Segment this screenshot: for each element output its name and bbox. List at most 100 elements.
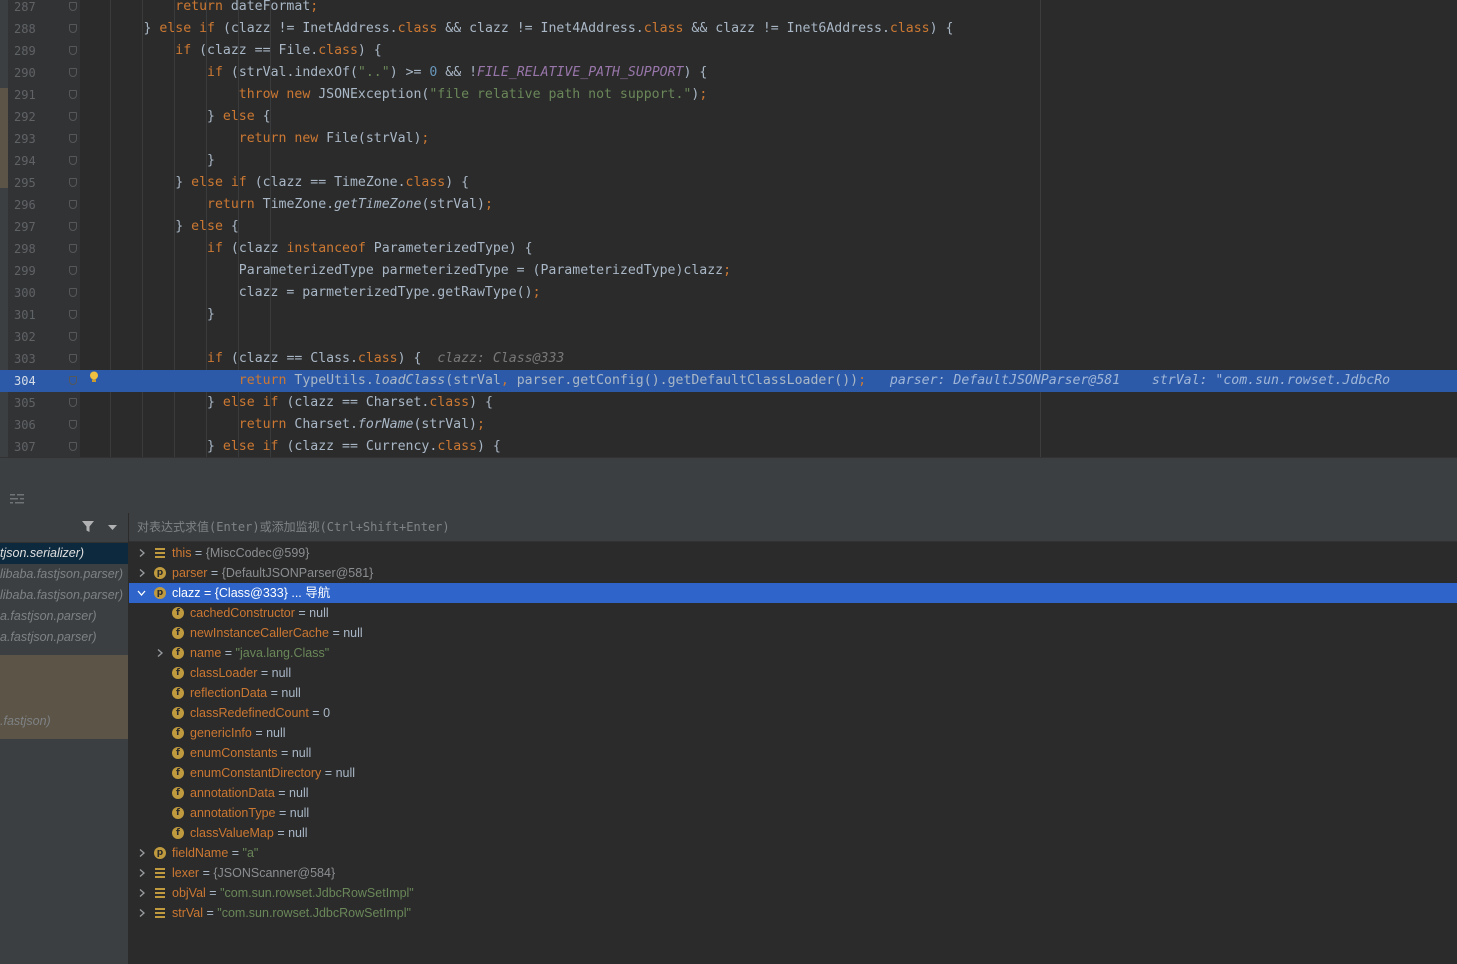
code-line[interactable]: 299 ParameterizedType parmeterizedType =… (0, 260, 1457, 282)
variable-row-classLoader[interactable]: f classLoader = null (129, 663, 1457, 683)
frame-item[interactable]: libaba.fastjson.parser) (0, 585, 128, 606)
fold-marker-icon[interactable] (69, 288, 77, 297)
line-number[interactable]: 295 (8, 172, 48, 194)
variable-row-fieldName[interactable]: p fieldName = "a" (129, 843, 1457, 863)
frame-item[interactable] (0, 690, 128, 711)
fold-marker-icon[interactable] (69, 332, 77, 341)
code-line[interactable]: 290 if (strVal.indexOf("..") >= 0 && !FI… (0, 62, 1457, 84)
variable-row-enumConstantDirectory[interactable]: f enumConstantDirectory = null (129, 763, 1457, 783)
line-number[interactable]: 302 (8, 326, 48, 348)
line-number[interactable]: 305 (8, 392, 48, 414)
line-number[interactable]: 306 (8, 414, 48, 436)
chevron-down-icon[interactable] (137, 583, 147, 603)
line-number[interactable]: 296 (8, 194, 48, 216)
evaluate-expression-input[interactable]: 对表达式求值(Enter)或添加监视(Ctrl+Shift+Enter) (129, 513, 1457, 542)
code-line[interactable]: 291 throw new JSONException("file relati… (0, 84, 1457, 106)
variable-row-name[interactable]: f name = "java.lang.Class" (129, 643, 1457, 663)
lightbulb-icon[interactable] (89, 371, 99, 383)
code-editor[interactable]: 287 return dateFormat; 288 } else if (cla… (0, 0, 1457, 457)
code-line[interactable]: 288 } else if (clazz != InetAddress.clas… (0, 18, 1457, 40)
code-line[interactable]: 306 return Charset.forName(strVal); (0, 414, 1457, 436)
variable-row-annotationType[interactable]: f annotationType = null (129, 803, 1457, 823)
chevron-down-icon[interactable] (108, 525, 117, 530)
fold-marker-icon[interactable] (69, 442, 77, 451)
code-line[interactable]: 292 } else { (0, 106, 1457, 128)
line-number[interactable]: 301 (8, 304, 48, 326)
code-line[interactable]: 300 clazz = parmeterizedType.getRawType(… (0, 282, 1457, 304)
code-line[interactable]: 294 } (0, 150, 1457, 172)
variable-row-reflectionData[interactable]: f reflectionData = null (129, 683, 1457, 703)
variable-row-classValueMap[interactable]: f classValueMap = null (129, 823, 1457, 843)
line-number[interactable]: 294 (8, 150, 48, 172)
chevron-right-icon[interactable] (155, 643, 165, 663)
code-line[interactable]: 289 if (clazz == File.class) { (0, 40, 1457, 62)
fold-marker-icon[interactable] (69, 376, 77, 385)
fold-marker-icon[interactable] (69, 68, 77, 77)
code-line[interactable]: 297 } else { (0, 216, 1457, 238)
variable-row-lexer[interactable]: lexer = {JSONScanner@584} (129, 863, 1457, 883)
variable-row-parser[interactable]: p parser = {DefaultJSONParser@581} (129, 563, 1457, 583)
chevron-right-icon[interactable] (137, 883, 147, 903)
fold-marker-icon[interactable] (69, 420, 77, 429)
frame-item[interactable]: a.fastjson.parser) (0, 627, 128, 648)
chevron-right-icon[interactable] (137, 563, 147, 583)
code-line[interactable]: 295 } else if (clazz == TimeZone.class) … (0, 172, 1457, 194)
panel-splitter[interactable] (0, 457, 1457, 486)
chevron-right-icon[interactable] (137, 863, 147, 883)
fold-marker-icon[interactable] (69, 2, 77, 11)
frame-item[interactable] (0, 648, 128, 669)
variable-row-objVal[interactable]: objVal = "com.sun.rowset.JdbcRowSetImpl" (129, 883, 1457, 903)
variables-panel[interactable]: 对表达式求值(Enter)或添加监视(Ctrl+Shift+Enter) thi… (129, 513, 1457, 964)
chevron-right-icon[interactable] (137, 903, 147, 923)
fold-marker-icon[interactable] (69, 398, 77, 407)
fold-marker-icon[interactable] (69, 24, 77, 33)
variable-row-genericInfo[interactable]: f genericInfo = null (129, 723, 1457, 743)
fold-marker-icon[interactable] (69, 310, 77, 319)
execution-point-line[interactable]: 304 return TypeUtils.loadClass(strVal, p… (0, 370, 1457, 392)
line-number[interactable]: 307 (8, 436, 48, 457)
code-line[interactable]: 287 return dateFormat; (0, 0, 1457, 18)
line-number[interactable]: 291 (8, 84, 48, 106)
fold-marker-icon[interactable] (69, 266, 77, 275)
variable-row-newInstanceCallerCache[interactable]: f newInstanceCallerCache = null (129, 623, 1457, 643)
navigate-link[interactable]: ... 导航 (288, 586, 330, 600)
fold-marker-icon[interactable] (69, 134, 77, 143)
variable-row-strVal[interactable]: strVal = "com.sun.rowset.JdbcRowSetImpl" (129, 903, 1457, 923)
variable-row-enumConstants[interactable]: f enumConstants = null (129, 743, 1457, 763)
filter-icon[interactable] (82, 521, 94, 533)
code-line[interactable]: 298 if (clazz instanceof ParameterizedTy… (0, 238, 1457, 260)
variable-row-this[interactable]: this = {MiscCodec@599} (129, 543, 1457, 563)
fold-marker-icon[interactable] (69, 90, 77, 99)
fold-marker-icon[interactable] (69, 156, 77, 165)
frame-item-selected[interactable]: tjson.serializer) (0, 543, 128, 564)
line-number[interactable]: 304 (8, 370, 48, 392)
code-line[interactable]: 303 if (clazz == Class.class) { clazz: C… (0, 348, 1457, 370)
line-number[interactable]: 292 (8, 106, 48, 128)
line-number[interactable]: 299 (8, 260, 48, 282)
line-number[interactable]: 300 (8, 282, 48, 304)
variable-row-classRedefinedCount[interactable]: f classRedefinedCount = 0 (129, 703, 1457, 723)
frame-item[interactable]: .fastjson) (0, 711, 128, 732)
code-line[interactable]: 296 return TimeZone.getTimeZone(strVal); (0, 194, 1457, 216)
frame-item[interactable]: libaba.fastjson.parser) (0, 564, 128, 585)
chevron-right-icon[interactable] (137, 843, 147, 863)
code-line[interactable]: 302 (0, 326, 1457, 348)
fold-marker-icon[interactable] (69, 112, 77, 121)
layout-settings-icon[interactable] (10, 494, 24, 504)
frame-item[interactable] (0, 669, 128, 690)
code-line[interactable]: 307 } else if (clazz == Currency.class) … (0, 436, 1457, 457)
line-number[interactable]: 289 (8, 40, 48, 62)
chevron-right-icon[interactable] (137, 543, 147, 563)
fold-marker-icon[interactable] (69, 46, 77, 55)
fold-marker-icon[interactable] (69, 200, 77, 209)
variable-row-cachedConstructor[interactable]: f cachedConstructor = null (129, 603, 1457, 623)
code-line[interactable]: 301 } (0, 304, 1457, 326)
line-number[interactable]: 303 (8, 348, 48, 370)
line-number[interactable]: 293 (8, 128, 48, 150)
fold-marker-icon[interactable] (69, 244, 77, 253)
code-line[interactable]: 305 } else if (clazz == Charset.class) { (0, 392, 1457, 414)
fold-marker-icon[interactable] (69, 178, 77, 187)
frames-list[interactable]: tjson.serializer) libaba.fastjson.parser)… (0, 513, 129, 964)
line-number[interactable]: 298 (8, 238, 48, 260)
frame-item[interactable]: a.fastjson.parser) (0, 606, 128, 627)
